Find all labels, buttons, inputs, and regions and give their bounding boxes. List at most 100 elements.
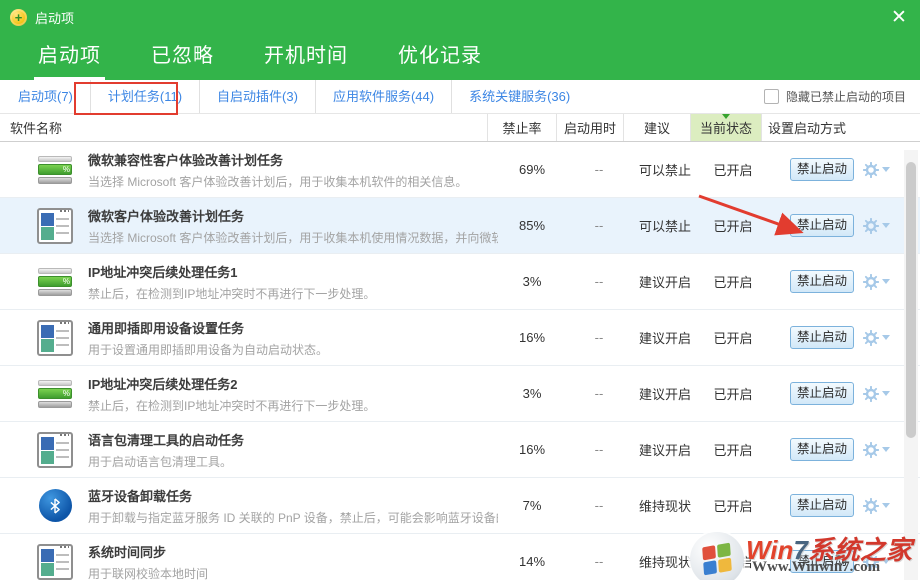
item-description: 用于卸载与指定蓝牙服务 ID 关联的 PnP 设备，禁止后，可能会影响蓝牙设备的… bbox=[88, 509, 498, 526]
settings-dropdown[interactable] bbox=[863, 162, 890, 178]
gear-icon bbox=[863, 554, 879, 570]
subtab-1[interactable]: 计划任务(11) bbox=[90, 80, 199, 113]
app-icon: + bbox=[10, 9, 27, 26]
column-header-action[interactable]: 设置启动方式 bbox=[761, 114, 920, 141]
column-header-name[interactable]: 软件名称 bbox=[0, 114, 487, 141]
settings-dropdown[interactable] bbox=[863, 330, 890, 346]
item-name: 语言包清理工具的启动任务 bbox=[88, 430, 244, 449]
percentage-chart-icon: % bbox=[38, 156, 72, 184]
disable-startup-button[interactable]: 禁止启动 bbox=[790, 494, 854, 517]
gear-icon bbox=[863, 218, 879, 234]
table-row[interactable]: % 微软兼容性客户体验改善计划任务当选择 Microsoft 客户体验改善计划后，… bbox=[0, 142, 920, 198]
startup-time: -- bbox=[566, 274, 632, 289]
item-description: 用于联网校验本地时间 bbox=[88, 565, 208, 580]
disable-startup-button[interactable]: 禁止启动 bbox=[790, 158, 854, 181]
hide-disabled-filter[interactable]: 隐藏已禁止启动的项目 bbox=[764, 88, 906, 105]
scrollbar-thumb[interactable] bbox=[906, 162, 916, 438]
close-icon[interactable]: ✕ bbox=[888, 8, 910, 27]
item-name: 系统时间同步 bbox=[88, 542, 208, 561]
table-row[interactable]: 蓝牙设备卸载任务用于卸载与指定蓝牙服务 ID 关联的 PnP 设备，禁止后，可能… bbox=[0, 478, 920, 534]
chevron-down-icon bbox=[882, 559, 890, 564]
table-header: 软件名称 禁止率 启动用时 建议 当前状态 设置启动方式 bbox=[0, 114, 920, 142]
tab-startup[interactable]: 启动项 bbox=[34, 39, 105, 80]
column-header-time[interactable]: 启动用时 bbox=[556, 114, 623, 141]
gear-icon bbox=[863, 386, 879, 402]
item-name: 微软兼容性客户体验改善计划任务 bbox=[88, 150, 467, 169]
current-status: 已开启 bbox=[698, 384, 768, 403]
startup-time: -- bbox=[566, 386, 632, 401]
hide-disabled-checkbox[interactable] bbox=[764, 89, 779, 104]
gear-icon bbox=[863, 498, 879, 514]
tab-history[interactable]: 优化记录 bbox=[394, 39, 486, 80]
table-row[interactable]: 系统时间同步用于联网校验本地时间14%--维持现状已开启禁止启动 bbox=[0, 534, 920, 580]
table-row[interactable]: 通用即插即用设备设置任务用于设置通用即插即用设备为自动启动状态。16%--建议开… bbox=[0, 310, 920, 366]
settings-dropdown[interactable] bbox=[863, 386, 890, 402]
window-title: 启动项 bbox=[35, 8, 74, 27]
item-description: 用于设置通用即插即用设备为自动启动状态。 bbox=[88, 341, 328, 358]
advice: 维持现状 bbox=[632, 552, 698, 571]
settings-dropdown[interactable] bbox=[863, 274, 890, 290]
subtab-0[interactable]: 启动项(7) bbox=[0, 80, 90, 113]
current-status: 已开启 bbox=[698, 496, 768, 515]
subtab-3[interactable]: 应用软件服务(44) bbox=[315, 80, 451, 113]
current-status: 已开启 bbox=[698, 552, 768, 571]
disable-startup-button[interactable]: 禁止启动 bbox=[790, 270, 854, 293]
disable-startup-button[interactable]: 禁止启动 bbox=[790, 382, 854, 405]
column-header-status[interactable]: 当前状态 bbox=[690, 114, 761, 141]
main-tabs: 启动项 已忽略 开机时间 优化记录 bbox=[34, 39, 528, 80]
table-row[interactable]: %IP地址冲突后续处理任务1禁止后，在检测到IP地址冲突时不再进行下一步处理。3… bbox=[0, 254, 920, 310]
subtab-2[interactable]: 自启动插件(3) bbox=[199, 80, 315, 113]
disable-rate: 3% bbox=[498, 386, 566, 401]
advice: 可以禁止 bbox=[632, 160, 698, 179]
settings-dropdown[interactable] bbox=[863, 498, 890, 514]
percentage-chart-icon: % bbox=[38, 268, 72, 296]
advice: 建议开启 bbox=[632, 440, 698, 459]
column-header-status-label: 当前状态 bbox=[700, 118, 752, 137]
advice: 维持现状 bbox=[632, 496, 698, 515]
item-name: 微软客户体验改善计划任务 bbox=[88, 206, 498, 225]
item-description: 禁止后，在检测到IP地址冲突时不再进行下一步处理。 bbox=[88, 397, 375, 414]
chevron-down-icon bbox=[882, 167, 890, 172]
settings-dropdown[interactable] bbox=[863, 218, 890, 234]
disable-rate: 3% bbox=[498, 274, 566, 289]
item-name: IP地址冲突后续处理任务1 bbox=[88, 262, 375, 281]
disable-rate: 16% bbox=[498, 330, 566, 345]
disable-startup-button[interactable]: 禁止启动 bbox=[790, 550, 854, 573]
column-header-rate[interactable]: 禁止率 bbox=[487, 114, 556, 141]
application-window-icon bbox=[37, 208, 73, 244]
table-row[interactable]: %IP地址冲突后续处理任务2禁止后，在检测到IP地址冲突时不再进行下一步处理。3… bbox=[0, 366, 920, 422]
chevron-down-icon bbox=[882, 223, 890, 228]
item-description: 用于启动语言包清理工具。 bbox=[88, 453, 244, 470]
disable-rate: 7% bbox=[498, 498, 566, 513]
chevron-down-icon bbox=[882, 279, 890, 284]
advice: 建议开启 bbox=[632, 272, 698, 291]
scrollbar-track[interactable] bbox=[904, 150, 918, 580]
column-header-advice[interactable]: 建议 bbox=[623, 114, 690, 141]
item-name: 蓝牙设备卸载任务 bbox=[88, 486, 498, 505]
disable-startup-button[interactable]: 禁止启动 bbox=[790, 214, 854, 237]
table-row[interactable]: 微软客户体验改善计划任务当选择 Microsoft 客户体验改善计划后，用于收集… bbox=[0, 198, 920, 254]
settings-dropdown[interactable] bbox=[863, 554, 890, 570]
chevron-down-icon bbox=[882, 391, 890, 396]
header: + 启动项 ✕ 启动项已忽略开机时间优化记录 bbox=[0, 0, 920, 80]
application-window-icon bbox=[37, 544, 73, 580]
item-description: 当选择 Microsoft 客户体验改善计划后，用于收集本机软件的相关信息。 bbox=[88, 173, 467, 190]
application-window-icon bbox=[37, 320, 73, 356]
startup-time: -- bbox=[566, 498, 632, 513]
table-row[interactable]: 语言包清理工具的启动任务用于启动语言包清理工具。16%--建议开启已开启禁止启动 bbox=[0, 422, 920, 478]
startup-time: -- bbox=[566, 554, 632, 569]
chevron-down-icon bbox=[882, 503, 890, 508]
application-window-icon bbox=[37, 432, 73, 468]
gear-icon bbox=[863, 274, 879, 290]
startup-time: -- bbox=[566, 218, 632, 233]
percentage-chart-icon: % bbox=[38, 380, 72, 408]
chevron-down-icon bbox=[882, 447, 890, 452]
disable-rate: 16% bbox=[498, 442, 566, 457]
subtab-4[interactable]: 系统关键服务(36) bbox=[451, 80, 587, 113]
settings-dropdown[interactable] bbox=[863, 442, 890, 458]
disable-rate: 69% bbox=[498, 162, 566, 177]
tab-boot-time[interactable]: 开机时间 bbox=[260, 39, 352, 80]
tab-ignored[interactable]: 已忽略 bbox=[147, 39, 218, 80]
disable-startup-button[interactable]: 禁止启动 bbox=[790, 326, 854, 349]
disable-startup-button[interactable]: 禁止启动 bbox=[790, 438, 854, 461]
